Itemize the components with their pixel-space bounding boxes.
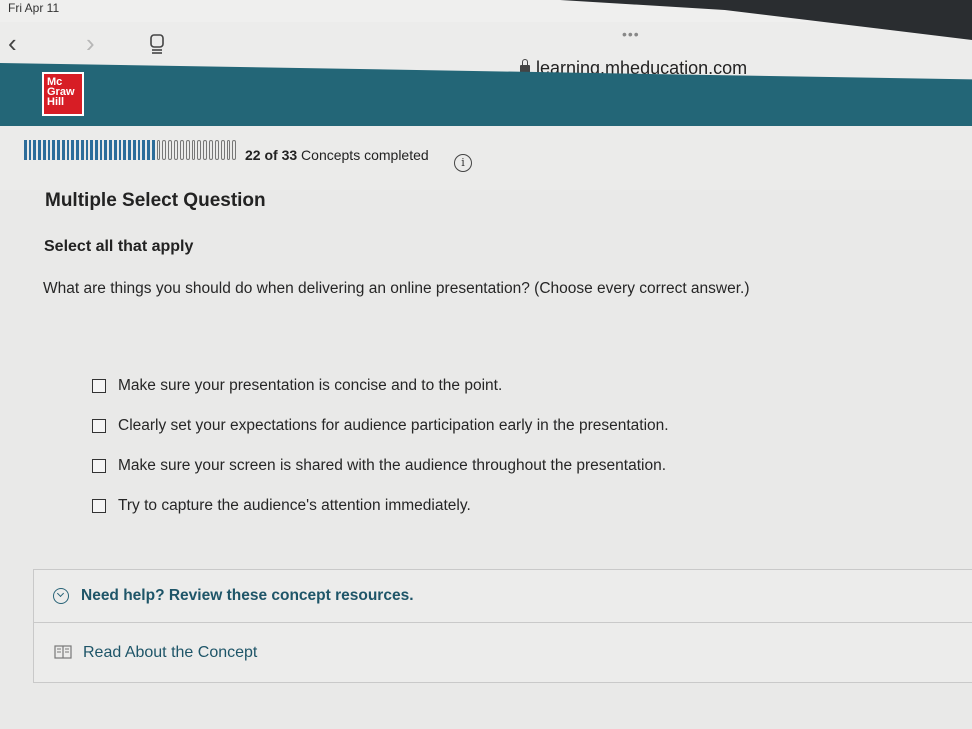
concept-progress-bar bbox=[24, 140, 237, 160]
question-prompt: What are things you should do when deliv… bbox=[43, 280, 750, 297]
progress-tick bbox=[179, 140, 184, 160]
progress-tick bbox=[232, 140, 237, 160]
status-date: Fri Apr 11 bbox=[8, 1, 60, 15]
progress-tick bbox=[104, 140, 108, 160]
progress-tick bbox=[95, 140, 98, 160]
progress-tick bbox=[47, 140, 51, 160]
answer-options: Make sure your presentation is concise a… bbox=[92, 366, 669, 526]
progress-tick bbox=[147, 140, 150, 160]
back-chevron-icon[interactable]: ‹ bbox=[8, 28, 17, 59]
progress-tick bbox=[151, 140, 155, 160]
progress-tick bbox=[38, 140, 41, 160]
option-checkbox[interactable] bbox=[92, 379, 106, 393]
help-toggle[interactable]: Need help? Review these concept resource… bbox=[34, 570, 972, 623]
progress-tick bbox=[113, 140, 117, 160]
logo-line-3: Hill bbox=[47, 96, 65, 108]
tabs-icon[interactable] bbox=[150, 34, 164, 54]
option-label: Make sure your presentation is concise a… bbox=[118, 377, 503, 394]
read-about-concept-link[interactable]: Read About the Concept bbox=[83, 644, 257, 662]
progress-tick bbox=[85, 140, 89, 160]
progress-completed: 22 bbox=[245, 147, 261, 163]
progress-tick bbox=[156, 140, 161, 160]
progress-tick bbox=[203, 140, 208, 160]
progress-concepts-label: Concepts completed bbox=[301, 147, 429, 163]
forward-chevron-icon[interactable]: › bbox=[86, 28, 95, 59]
progress-tick bbox=[52, 140, 56, 160]
progress-tick bbox=[90, 140, 94, 160]
progress-tick bbox=[209, 140, 213, 160]
progress-tick bbox=[118, 140, 122, 160]
help-panel: Need help? Review these concept resource… bbox=[33, 569, 972, 683]
option-label: Try to capture the audience's attention … bbox=[118, 497, 471, 514]
option-label: Clearly set your expectations for audien… bbox=[118, 417, 669, 434]
progress-tick bbox=[61, 140, 65, 160]
progress-tick bbox=[123, 140, 127, 160]
progress-tick bbox=[185, 140, 190, 160]
info-icon[interactable]: i bbox=[454, 154, 472, 172]
option-label: Make sure your screen is shared with the… bbox=[118, 457, 666, 474]
question-area: Multiple Select Question Select all that… bbox=[0, 190, 972, 729]
progress-tick bbox=[214, 140, 219, 160]
progress-tick bbox=[137, 140, 141, 160]
progress-tick bbox=[33, 140, 37, 160]
tab-overflow-dots[interactable]: ••• bbox=[622, 26, 640, 42]
progress-tick bbox=[28, 140, 32, 160]
answer-option[interactable]: Make sure your presentation is concise a… bbox=[92, 366, 669, 406]
progress-tick bbox=[109, 140, 112, 160]
progress-tick bbox=[24, 140, 27, 160]
progress-tick bbox=[71, 140, 75, 160]
mcgraw-hill-logo[interactable]: Mc Graw Hill bbox=[42, 72, 84, 116]
progress-total: 33 bbox=[281, 147, 298, 163]
progress-tick bbox=[80, 140, 84, 160]
progress-tick bbox=[66, 140, 70, 160]
progress-tick bbox=[197, 140, 202, 160]
option-checkbox[interactable] bbox=[92, 499, 106, 513]
progress-tick bbox=[128, 140, 131, 160]
progress-tick bbox=[42, 140, 46, 160]
book-icon bbox=[54, 645, 72, 659]
progress-label: 22 of 33 Concepts completed bbox=[245, 147, 429, 163]
help-title[interactable]: Need help? Review these concept resource… bbox=[81, 587, 414, 605]
chevron-down-circle-icon[interactable] bbox=[53, 588, 69, 604]
question-instruction: Select all that apply bbox=[44, 238, 194, 255]
progress-row: 22 of 33 Concepts completed i bbox=[0, 126, 972, 192]
progress-of: of bbox=[264, 147, 278, 163]
progress-tick bbox=[142, 140, 146, 160]
read-concept-row[interactable]: Read About the Concept bbox=[34, 623, 972, 681]
answer-option[interactable]: Try to capture the audience's attention … bbox=[92, 486, 669, 526]
progress-tick bbox=[168, 140, 173, 160]
progress-tick bbox=[162, 140, 167, 160]
progress-tick bbox=[76, 140, 79, 160]
progress-tick bbox=[99, 140, 103, 160]
answer-option[interactable]: Clearly set your expectations for audien… bbox=[92, 406, 669, 446]
progress-tick bbox=[174, 140, 178, 160]
progress-tick bbox=[226, 140, 231, 160]
progress-tick bbox=[220, 140, 225, 160]
progress-tick bbox=[191, 140, 196, 160]
answer-option[interactable]: Make sure your screen is shared with the… bbox=[92, 446, 669, 486]
option-checkbox[interactable] bbox=[92, 419, 106, 433]
progress-tick bbox=[57, 140, 60, 160]
option-checkbox[interactable] bbox=[92, 459, 106, 473]
progress-tick bbox=[132, 140, 136, 160]
question-type-heading: Multiple Select Question bbox=[45, 190, 266, 211]
